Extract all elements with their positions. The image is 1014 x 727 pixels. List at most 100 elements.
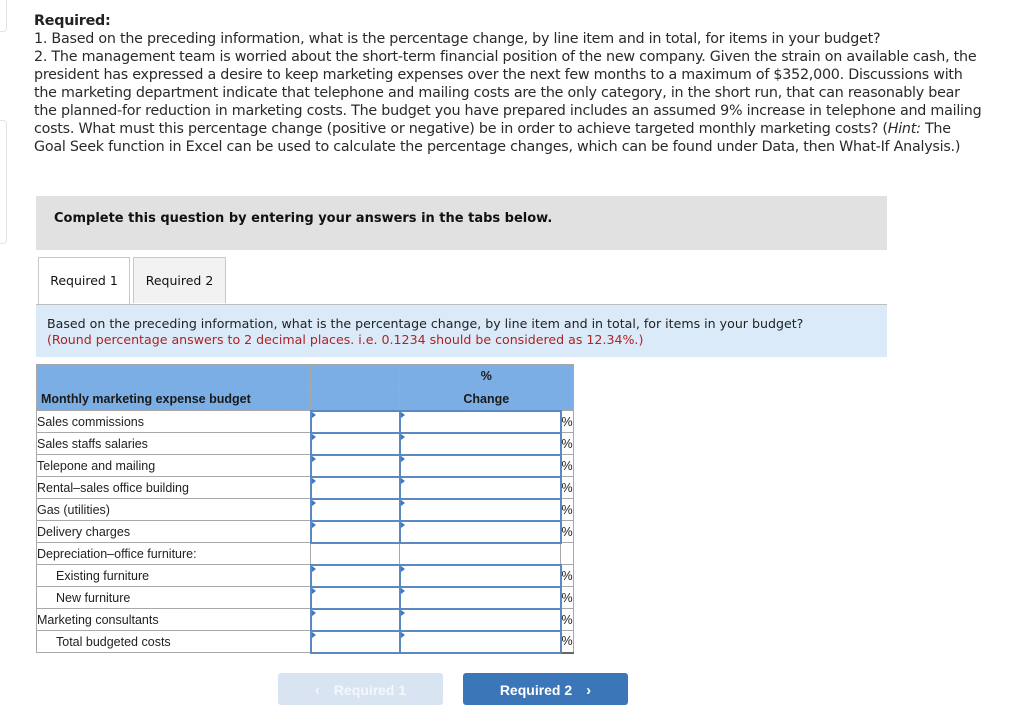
amount-input[interactable] — [311, 632, 399, 651]
side-panel-fragment — [0, 120, 7, 244]
table-row: Marketing consultants% — [36, 607, 574, 632]
table-row: Existing furniture% — [36, 563, 574, 588]
table-row: Delivery charges% — [36, 519, 574, 544]
input-marker-icon — [400, 609, 405, 616]
amount-input-cell[interactable] — [309, 563, 401, 588]
row-label: Rental–sales office building — [36, 476, 311, 499]
header-change: Change — [399, 387, 574, 411]
amount-input-cell[interactable] — [309, 431, 401, 456]
amount-input-cell[interactable] — [309, 497, 401, 522]
percent-change-input-cell[interactable] — [398, 475, 562, 500]
amount-input-cell[interactable] — [309, 607, 401, 632]
percent-unit: % — [560, 586, 574, 609]
percent-unit: % — [560, 608, 574, 631]
row-label: Existing furniture — [36, 564, 311, 587]
percent-change-input[interactable] — [400, 412, 560, 431]
row-label: Marketing consultants — [36, 608, 311, 631]
input-marker-icon — [400, 499, 405, 506]
input-marker-icon — [311, 565, 316, 572]
amount-input-cell[interactable] — [309, 475, 401, 500]
percent-change-input-cell[interactable] — [398, 519, 562, 544]
table-header-row: % — [36, 364, 574, 388]
amount-input-cell[interactable] — [309, 409, 401, 434]
input-marker-icon — [311, 587, 316, 594]
header-budget-label: Monthly marketing expense budget — [36, 387, 311, 411]
row-label: Total budgeted costs — [36, 630, 311, 653]
empty-cell — [399, 542, 561, 565]
row-label: Gas (utilities) — [36, 498, 311, 521]
input-marker-icon — [400, 521, 405, 528]
input-marker-icon — [311, 609, 316, 616]
table-row: Telepone and mailing% — [36, 453, 574, 478]
percent-change-input-cell[interactable] — [398, 607, 562, 632]
input-marker-icon — [400, 455, 405, 462]
side-panel-fragment — [0, 0, 7, 32]
percent-change-input[interactable] — [400, 588, 560, 607]
amount-input[interactable] — [311, 456, 399, 475]
input-marker-icon — [311, 477, 316, 484]
amount-input[interactable] — [311, 610, 399, 629]
percent-change-input-cell[interactable] — [398, 453, 562, 478]
header-percent: % — [399, 364, 574, 388]
amount-input[interactable] — [311, 588, 399, 607]
percent-change-input[interactable] — [400, 566, 560, 585]
empty-cell — [310, 542, 400, 565]
percent-change-input[interactable] — [400, 500, 560, 519]
required-instructions: Required: 1. Based on the preceding info… — [34, 12, 984, 156]
percent-change-input-cell[interactable] — [398, 563, 562, 588]
percent-unit: % — [560, 476, 574, 499]
percent-change-input-cell[interactable] — [398, 629, 562, 654]
row-label: Sales commissions — [36, 410, 311, 433]
percent-change-input[interactable] — [400, 632, 560, 651]
instruction-bar: Complete this question by entering your … — [36, 196, 887, 250]
amount-input-cell[interactable] — [309, 453, 401, 478]
budget-table: % Monthly marketing expense budget Chang… — [36, 364, 574, 654]
percent-unit: % — [560, 454, 574, 477]
amount-input[interactable] — [311, 500, 399, 519]
input-marker-icon — [311, 631, 316, 638]
row-label: Telepone and mailing — [36, 454, 311, 477]
question-box: Based on the preceding information, what… — [36, 304, 887, 357]
amount-input[interactable] — [311, 566, 399, 585]
table-row: Sales staffs salaries% — [36, 431, 574, 456]
percent-change-input-cell[interactable] — [398, 497, 562, 522]
input-marker-icon — [311, 455, 316, 462]
input-marker-icon — [400, 477, 405, 484]
tab-required-1[interactable]: Required 1 — [38, 257, 130, 305]
percent-change-input[interactable] — [400, 610, 560, 629]
table-row: New furniture% — [36, 585, 574, 610]
input-marker-icon — [400, 587, 405, 594]
input-marker-icon — [311, 433, 316, 440]
input-marker-icon — [400, 631, 405, 638]
input-marker-icon — [400, 433, 405, 440]
amount-input-cell[interactable] — [309, 629, 401, 654]
row-label: Sales staffs salaries — [36, 432, 311, 455]
amount-input[interactable] — [311, 434, 399, 453]
percent-change-input[interactable] — [400, 434, 560, 453]
required-heading: Required: — [34, 13, 111, 29]
percent-unit: % — [560, 410, 574, 433]
percent-change-input[interactable] — [400, 478, 560, 497]
percent-change-input[interactable] — [400, 522, 560, 541]
row-label: Delivery charges — [36, 520, 311, 543]
tab-required-2[interactable]: Required 2 — [133, 257, 226, 303]
prev-required-1-button[interactable]: ‹ Required 1 — [278, 673, 443, 705]
amount-input-cell[interactable] — [309, 585, 401, 610]
amount-input[interactable] — [311, 478, 399, 497]
chevron-left-icon: ‹ — [314, 682, 320, 699]
amount-input[interactable] — [311, 412, 399, 431]
required-item-1: 1. Based on the preceding information, w… — [34, 31, 881, 47]
percent-change-input-cell[interactable] — [398, 431, 562, 456]
amount-input[interactable] — [311, 522, 399, 541]
percent-change-input-cell[interactable] — [398, 409, 562, 434]
percent-unit: % — [560, 432, 574, 455]
next-required-2-button[interactable]: Required 2 › — [463, 673, 628, 705]
table-header-row: Monthly marketing expense budget Change — [36, 387, 574, 411]
amount-input-cell[interactable] — [309, 519, 401, 544]
percent-change-input-cell[interactable] — [398, 585, 562, 610]
input-marker-icon — [400, 411, 405, 418]
percent-unit: % — [560, 520, 574, 543]
percent-change-input[interactable] — [400, 456, 560, 475]
row-label: New furniture — [36, 586, 311, 609]
rounding-hint: (Round percentage answers to 2 decimal p… — [47, 332, 644, 347]
